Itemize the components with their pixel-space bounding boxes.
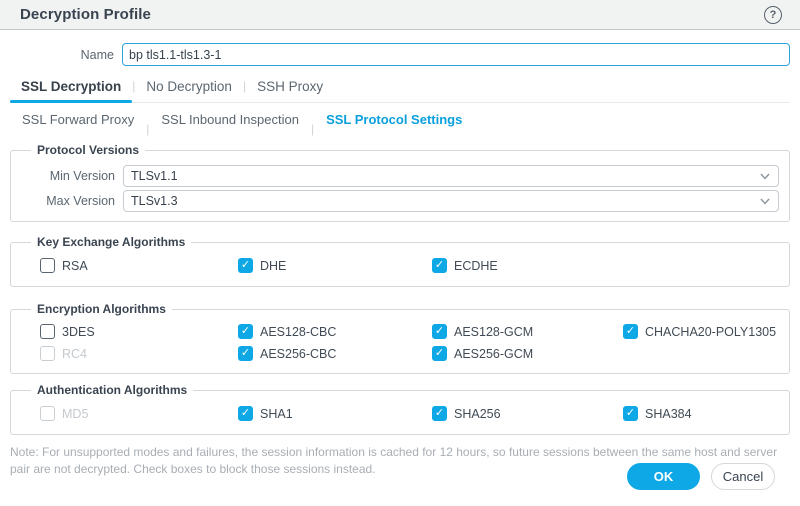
checkbox-label: ECDHE	[454, 258, 498, 273]
key-exchange-legend: Key Exchange Algorithms	[37, 235, 186, 249]
checkbox-rc4: ✓ RC4	[40, 346, 238, 361]
checkbox-sha384[interactable]: ✓ SHA384	[623, 406, 781, 421]
check-icon: ✓	[432, 258, 447, 273]
key-exchange-section: Key Exchange Algorithms ✓ RSA ✓ DHE ✓ EC…	[10, 235, 790, 287]
checkbox-sha1[interactable]: ✓ SHA1	[238, 406, 432, 421]
checkbox-label: AES128-GCM	[454, 324, 534, 339]
authentication-section: Authentication Algorithms ✓ MD5 ✓ SHA1 ✓…	[10, 383, 790, 435]
checkbox-box: ✓	[40, 406, 55, 421]
protocol-versions-section: Protocol Versions Min Version TLSv1.1 Ma…	[10, 143, 790, 222]
check-icon: ✓	[432, 406, 447, 421]
dialog-title: Decryption Profile	[20, 6, 151, 23]
checkbox-label: MD5	[62, 406, 89, 421]
check-icon: ✓	[432, 346, 447, 361]
checkbox-aes256-gcm[interactable]: ✓ AES256-GCM	[432, 346, 623, 361]
max-version-label: Max Version	[46, 194, 115, 208]
dialog-header: Decryption Profile ?	[0, 0, 800, 30]
checkbox-label: SHA384	[645, 406, 692, 421]
checkbox-aes128-gcm[interactable]: ✓ AES128-GCM	[432, 324, 623, 339]
cancel-button[interactable]: Cancel	[711, 463, 775, 490]
checkbox-label: DHE	[260, 258, 287, 273]
key-exchange-grid: ✓ RSA ✓ DHE ✓ ECDHE	[19, 258, 781, 273]
check-icon: ✓	[623, 406, 638, 421]
subtab-ssl-inbound-inspection[interactable]: SSL Inbound Inspection	[149, 112, 311, 127]
dialog-footer: OK Cancel	[627, 463, 775, 490]
tab-ssh-proxy[interactable]: SSH Proxy	[246, 79, 334, 102]
checkbox-label: AES256-GCM	[454, 346, 534, 361]
check-icon: ✓	[238, 406, 253, 421]
tab-no-decryption[interactable]: No Decryption	[135, 79, 243, 102]
min-version-value: TLSv1.1	[131, 169, 178, 183]
check-icon: ✓	[238, 258, 253, 273]
min-version-row: Min Version TLSv1.1	[19, 165, 781, 187]
checkbox-sha256[interactable]: ✓ SHA256	[432, 406, 623, 421]
checkbox-ecdhe[interactable]: ✓ ECDHE	[432, 258, 623, 273]
checkbox-label: SHA1	[260, 406, 293, 421]
authentication-grid: ✓ MD5 ✓ SHA1 ✓ SHA256 ✓ SHA384	[19, 406, 781, 421]
check-icon: ✓	[623, 324, 638, 339]
checkbox-box: ✓	[40, 346, 55, 361]
encryption-section: Encryption Algorithms ✓ 3DES ✓ AES128-CB…	[10, 302, 790, 374]
checkbox-rsa[interactable]: ✓ RSA	[40, 258, 238, 273]
checkbox-box: ✓	[40, 324, 55, 339]
subtab-ssl-protocol-settings[interactable]: SSL Protocol Settings	[314, 112, 474, 127]
checkbox-3des[interactable]: ✓ 3DES	[40, 324, 238, 339]
name-row: Name	[10, 43, 790, 66]
checkbox-label: 3DES	[62, 324, 95, 339]
checkbox-chacha20-poly1305[interactable]: ✓ CHACHA20-POLY1305	[623, 324, 781, 339]
subtab-ssl-forward-proxy[interactable]: SSL Forward Proxy	[10, 112, 146, 127]
ssl-decryption-subtabstrip: SSL Forward Proxy | SSL Inbound Inspecti…	[10, 103, 790, 136]
checkbox-aes256-cbc[interactable]: ✓ AES256-CBC	[238, 346, 432, 361]
check-icon: ✓	[432, 324, 447, 339]
checkbox-label: AES256-CBC	[260, 346, 337, 361]
checkbox-label: CHACHA20-POLY1305	[645, 324, 777, 339]
authentication-legend: Authentication Algorithms	[37, 383, 188, 397]
protocol-versions-legend: Protocol Versions	[37, 143, 140, 157]
ok-button[interactable]: OK	[627, 463, 700, 490]
checkbox-label: SHA256	[454, 406, 501, 421]
checkbox-md5: ✓ MD5	[40, 406, 238, 421]
max-version-row: Max Version TLSv1.3	[19, 190, 781, 212]
checkbox-dhe[interactable]: ✓ DHE	[238, 258, 432, 273]
check-icon: ✓	[238, 346, 253, 361]
main-tabstrip: SSL Decryption | No Decryption | SSH Pro…	[10, 77, 790, 103]
name-input[interactable]	[122, 43, 790, 66]
check-icon: ✓	[238, 324, 253, 339]
help-icon[interactable]: ?	[764, 5, 782, 24]
checkbox-label: AES128-CBC	[260, 324, 337, 339]
decryption-profile-dialog: Decryption Profile ? Name SSL Decryption…	[0, 0, 800, 506]
min-version-select[interactable]: TLSv1.1	[123, 165, 779, 187]
chevron-down-icon	[760, 173, 770, 180]
max-version-select[interactable]: TLSv1.3	[123, 190, 779, 212]
chevron-down-icon	[760, 198, 770, 205]
checkbox-aes128-cbc[interactable]: ✓ AES128-CBC	[238, 324, 432, 339]
tab-ssl-decryption[interactable]: SSL Decryption	[10, 79, 133, 103]
checkbox-label: RSA	[62, 258, 88, 273]
checkbox-box: ✓	[40, 258, 55, 273]
max-version-value: TLSv1.3	[131, 194, 178, 208]
name-label: Name	[80, 47, 114, 62]
checkbox-label: RC4	[62, 346, 88, 361]
encryption-legend: Encryption Algorithms	[37, 302, 166, 316]
min-version-label: Min Version	[49, 169, 115, 183]
encryption-grid: ✓ 3DES ✓ AES128-CBC ✓ AES128-GCM ✓ CHACH…	[19, 324, 781, 361]
